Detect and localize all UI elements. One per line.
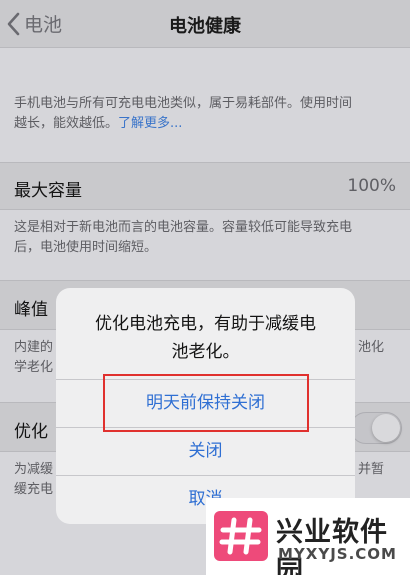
watermark-title: 兴业软件园 — [276, 517, 388, 575]
optimized-charging-toggle[interactable] — [350, 412, 402, 444]
intro-note: 手机电池与所有可充电电池类似，属于易耗部件。使用时间 越长，能效越低。了解更多.… — [14, 94, 352, 134]
alert-message-line2: 池老化。 — [171, 342, 240, 362]
intro-text-line1: 手机电池与所有可充电电池类似，属于易耗部件。使用时间 — [14, 96, 353, 111]
peak-note: 内建的 学老化 — [14, 338, 53, 378]
max-capacity-label: 最大容量 — [14, 181, 82, 201]
peak-note-line1: 内建的 — [14, 340, 54, 355]
peak-note-line2: 学老化 — [14, 360, 54, 375]
hash-logo-icon — [219, 517, 262, 555]
watermark-logo — [214, 511, 268, 561]
max-capacity-value: 100% — [347, 176, 396, 196]
turn-off-button[interactable]: 关闭 — [56, 428, 355, 474]
battery-health-page: 电池 电池健康 手机电池与所有可充电电池类似，属于易耗部件。使用时间 越长，能效… — [0, 0, 410, 575]
watermark-subtitle: MYXYJS.COM — [278, 545, 397, 563]
capacity-note-line2: 后，电池使用时间缩短。 — [14, 240, 158, 255]
watermark: 兴业软件园 MYXYJS.COM — [206, 498, 410, 575]
optimized-note-line2: 缓充电 — [14, 482, 54, 497]
alert-message: 优化电池充电，有助于减缓电 池老化。 — [72, 310, 339, 366]
capacity-note-line1: 这是相对于新电池而言的电池容量。容量较低可能导致充电 — [14, 220, 353, 235]
optimized-note-right: 并暂 — [358, 462, 385, 477]
alert-message-line1: 优化电池充电，有助于减缓电 — [95, 314, 316, 334]
peak-note-right: 池化 — [358, 340, 385, 355]
optimized-note: 为减缓 缓充电 — [14, 460, 53, 500]
optimized-charging-label: 优化 — [14, 422, 48, 442]
capacity-note: 这是相对于新电池而言的电池容量。容量较低可能导致充电 后，电池使用时间缩短。 — [14, 218, 352, 258]
max-capacity-row: 最大容量 100% — [0, 162, 410, 210]
intro-text-line2: 越长，能效越低。 — [14, 116, 119, 131]
toggle-knob — [372, 414, 400, 442]
page-title: 电池健康 — [169, 16, 241, 37]
optimized-note-line1: 为减缓 — [14, 462, 54, 477]
highlight-annotation — [103, 374, 309, 432]
navigation-bar: 电池 电池健康 — [0, 0, 410, 48]
peak-performance-label: 峰值 — [14, 300, 48, 320]
learn-more-link[interactable]: 了解更多... — [118, 116, 182, 131]
